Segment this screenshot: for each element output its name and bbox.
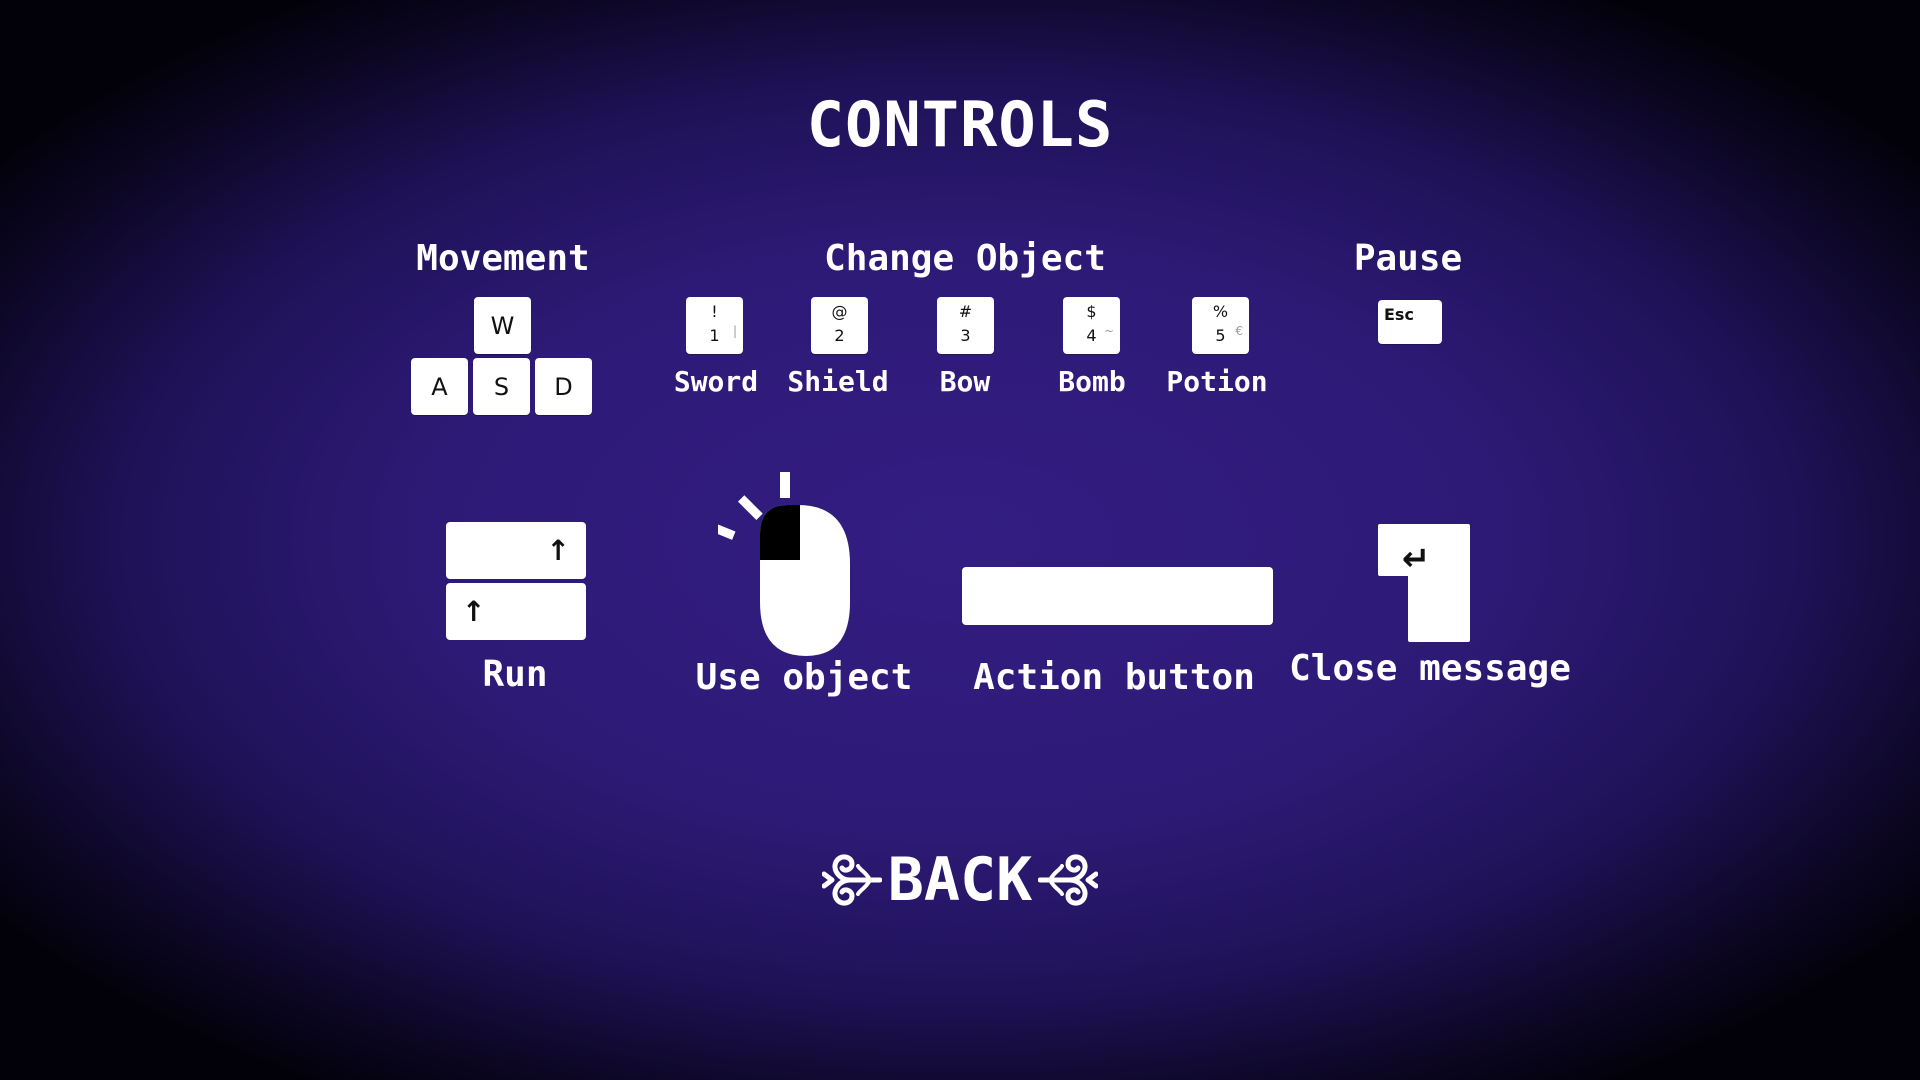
key-w: W — [474, 297, 531, 354]
enter-arrow: ↵ — [1402, 539, 1431, 579]
spacebar-icon — [962, 567, 1273, 625]
page-title: CONTROLS — [806, 88, 1114, 161]
change-object-heading: Change Object — [824, 238, 1106, 279]
click-ray-middle — [737, 495, 763, 521]
back-button-label: BACK — [887, 845, 1033, 915]
label-potion: Potion — [1166, 365, 1268, 398]
label-run: Run — [482, 654, 548, 695]
shift-arrow-left: ↑ — [462, 595, 486, 628]
shift-arrow-right: ↑ — [546, 534, 570, 567]
mouse-left-button — [760, 505, 800, 560]
key-4-alt: ~ — [1103, 324, 1114, 338]
key-5-top: % — [1212, 302, 1229, 321]
key-4: $ 4 ~ — [1063, 297, 1120, 354]
key-1-alt: | — [732, 324, 737, 338]
key-s: S — [473, 358, 530, 415]
key-4-top: $ — [1086, 302, 1097, 321]
left-shift-key-icon: ↑ — [446, 583, 586, 640]
key-5-alt: € — [1235, 324, 1243, 338]
click-ray-top — [780, 472, 790, 498]
label-close-message: Close message — [1289, 648, 1571, 689]
key-a: A — [411, 358, 468, 415]
key-d: D — [535, 358, 592, 415]
ornament-scroll-icon-left — [821, 854, 882, 906]
key-3-top: # — [958, 302, 973, 321]
key-2: @ 2 — [811, 297, 868, 354]
click-ray-left — [718, 521, 736, 540]
pause-heading: Pause — [1353, 238, 1463, 279]
key-esc-label: Esc — [1384, 305, 1414, 324]
key-2-top: @ — [831, 302, 848, 321]
label-action-button: Action button — [973, 657, 1255, 698]
key-1-top: ! — [711, 302, 718, 321]
key-1: ! 1 | — [686, 297, 743, 354]
right-shift-key-icon: ↑ — [446, 522, 586, 579]
key-3-bottom: 3 — [960, 326, 971, 345]
mouse-left-click-icon — [718, 472, 850, 656]
key-3: # 3 — [937, 297, 994, 354]
movement-heading: Movement — [416, 238, 590, 279]
key-5: % 5 € — [1192, 297, 1249, 354]
enter-key-icon: ↵ — [1378, 524, 1470, 642]
controls-screen: CONTROLS Movement W A S D Change Object … — [0, 0, 1920, 1080]
back-button[interactable]: BACK — [810, 845, 1110, 915]
key-esc: Esc — [1378, 300, 1442, 344]
label-use-object: Use object — [695, 657, 913, 698]
ornament-scroll-icon-right — [1038, 854, 1099, 906]
key-2-bottom: 2 — [834, 326, 845, 345]
